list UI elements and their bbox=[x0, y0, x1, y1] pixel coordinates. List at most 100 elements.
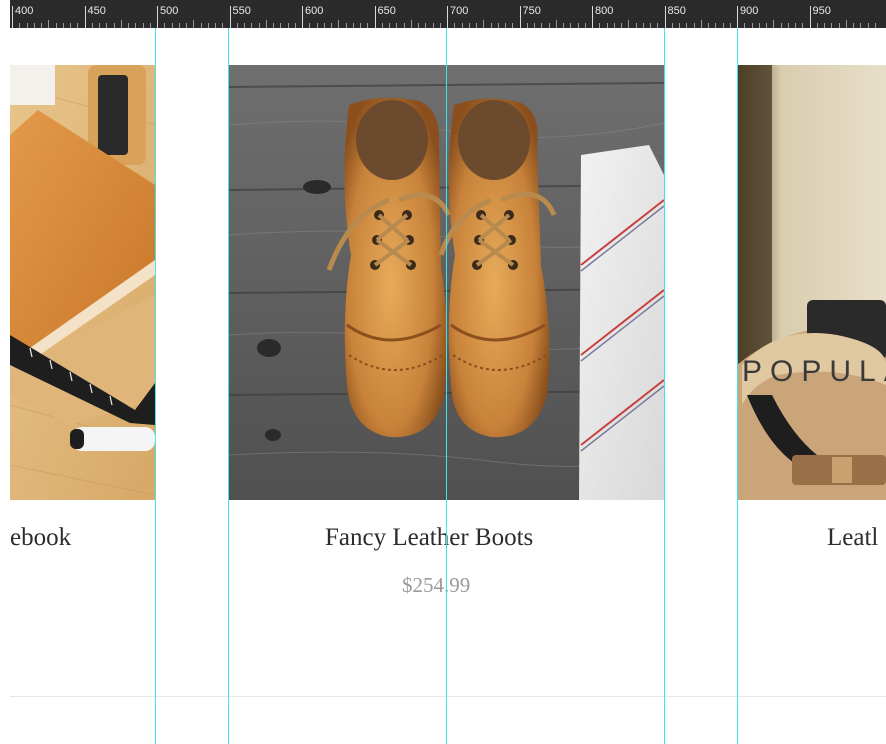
ruler-minor-tick bbox=[19, 23, 21, 28]
ruler-minor-tick bbox=[367, 23, 369, 28]
ruler-tick-label: 500 bbox=[160, 5, 179, 17]
ruler-tick-label: 450 bbox=[87, 5, 106, 17]
ruler-minor-tick bbox=[309, 23, 311, 28]
ruler-minor-tick bbox=[207, 23, 209, 28]
ruler-minor-tick bbox=[128, 23, 129, 28]
ruler-minor-tick bbox=[613, 23, 615, 28]
ruler-minor-tick bbox=[360, 23, 361, 28]
ruler-minor-tick bbox=[461, 23, 463, 28]
ruler-minor-tick bbox=[845, 20, 847, 28]
ruler-minor-tick bbox=[26, 23, 28, 28]
ruler-major-tick bbox=[519, 6, 521, 28]
ruler-minor-tick bbox=[113, 23, 115, 28]
ruler-minor-tick bbox=[171, 23, 173, 28]
ruler-tick-label: 550 bbox=[232, 5, 251, 17]
ruler-minor-tick bbox=[396, 23, 398, 28]
ruler-minor-tick bbox=[106, 23, 108, 28]
ruler-minor-tick bbox=[425, 23, 427, 28]
ruler-minor-tick bbox=[700, 20, 702, 28]
ruler-minor-tick bbox=[671, 23, 673, 28]
ruler-tick-label: 950 bbox=[812, 5, 831, 17]
vertical-guide[interactable] bbox=[737, 28, 738, 744]
ruler-minor-tick bbox=[816, 23, 818, 28]
ruler-minor-tick bbox=[758, 23, 760, 28]
ruler-minor-tick bbox=[824, 23, 825, 28]
ruler-minor-tick bbox=[468, 23, 470, 28]
ruler-minor-tick bbox=[193, 20, 195, 28]
vertical-guide[interactable] bbox=[228, 28, 229, 744]
ruler-minor-tick bbox=[541, 23, 543, 28]
ruler-minor-tick bbox=[418, 23, 419, 28]
ruler-minor-tick bbox=[693, 23, 695, 28]
ruler-minor-tick bbox=[802, 23, 804, 28]
product-title[interactable]: Leatl bbox=[827, 524, 878, 552]
ruler-minor-tick bbox=[91, 23, 93, 28]
ruler-minor-tick bbox=[149, 23, 151, 28]
product-image-leather-strap[interactable]: POPULA bbox=[737, 65, 886, 500]
ruler-minor-tick bbox=[251, 23, 253, 28]
ruler-minor-tick bbox=[476, 23, 477, 28]
ruler-minor-tick bbox=[679, 23, 680, 28]
ruler-minor-tick bbox=[751, 23, 753, 28]
ruler-tick-label: 650 bbox=[377, 5, 396, 17]
ruler-major-tick bbox=[447, 6, 448, 28]
ruler-minor-tick bbox=[316, 23, 318, 28]
ruler-minor-tick bbox=[222, 23, 224, 28]
ruler-minor-tick bbox=[338, 20, 340, 28]
ruler-minor-tick bbox=[186, 23, 187, 28]
ruler-minor-tick bbox=[142, 23, 144, 28]
ruler-minor-tick bbox=[345, 23, 347, 28]
ruler-minor-tick bbox=[729, 23, 731, 28]
ruler-minor-tick bbox=[236, 23, 238, 28]
ruler-minor-tick bbox=[621, 23, 622, 28]
ruler-minor-tick bbox=[563, 23, 564, 28]
ruler-minor-tick bbox=[48, 20, 50, 28]
ruler-tick-label: 400 bbox=[15, 5, 34, 17]
ruler-major-tick bbox=[374, 6, 376, 28]
leather-camera-strap-photo-icon bbox=[737, 65, 886, 500]
ruler-minor-tick bbox=[323, 23, 325, 28]
section-divider bbox=[10, 696, 886, 697]
ruler-minor-tick bbox=[287, 23, 289, 28]
ruler-tick-label: 900 bbox=[740, 5, 759, 17]
vertical-guide[interactable] bbox=[664, 28, 665, 744]
ruler-minor-tick bbox=[512, 23, 514, 28]
ruler-minor-tick bbox=[164, 23, 166, 28]
ruler-minor-tick bbox=[628, 20, 630, 28]
ruler-minor-tick bbox=[389, 23, 390, 28]
ruler-major-tick bbox=[592, 6, 593, 28]
ruler-minor-tick bbox=[708, 23, 709, 28]
ruler-minor-tick bbox=[258, 23, 260, 28]
notebook-photo-icon bbox=[10, 65, 155, 500]
ruler-minor-tick bbox=[599, 23, 601, 28]
ruler-minor-tick bbox=[99, 23, 100, 28]
ruler-minor-tick bbox=[62, 23, 64, 28]
ruler-minor-tick bbox=[294, 23, 296, 28]
vertical-guide[interactable] bbox=[446, 28, 447, 744]
ruler-minor-tick bbox=[722, 23, 724, 28]
ruler-major-tick bbox=[229, 6, 231, 28]
ruler-minor-tick bbox=[548, 23, 550, 28]
ruler-minor-tick bbox=[831, 23, 833, 28]
ruler-major-tick bbox=[12, 6, 13, 28]
ruler-minor-tick bbox=[215, 23, 216, 28]
ruler-minor-tick bbox=[432, 23, 434, 28]
product-title[interactable]: ebook bbox=[10, 524, 71, 552]
ruler-minor-tick bbox=[439, 23, 441, 28]
ruler-tick-label: 800 bbox=[595, 5, 614, 17]
ruler-minor-tick bbox=[497, 23, 499, 28]
vertical-guide[interactable] bbox=[155, 28, 156, 744]
ruler-minor-tick bbox=[505, 23, 506, 28]
ruler-minor-tick bbox=[555, 20, 557, 28]
ruler-minor-tick bbox=[795, 23, 796, 28]
ruler-minor-tick bbox=[766, 23, 767, 28]
ruler-minor-tick bbox=[650, 23, 651, 28]
ruler-minor-tick bbox=[490, 23, 492, 28]
ruler-minor-tick bbox=[273, 23, 274, 28]
ruler-minor-tick bbox=[454, 23, 456, 28]
ruler-minor-tick bbox=[200, 23, 202, 28]
ruler-minor-tick bbox=[577, 23, 579, 28]
product-image-notebook[interactable] bbox=[10, 65, 155, 500]
product-title[interactable]: Fancy Leather Boots bbox=[325, 524, 533, 552]
horizontal-ruler[interactable]: 400 450 500 550 600 650 700 750 800 850 900 950 bbox=[10, 0, 886, 28]
